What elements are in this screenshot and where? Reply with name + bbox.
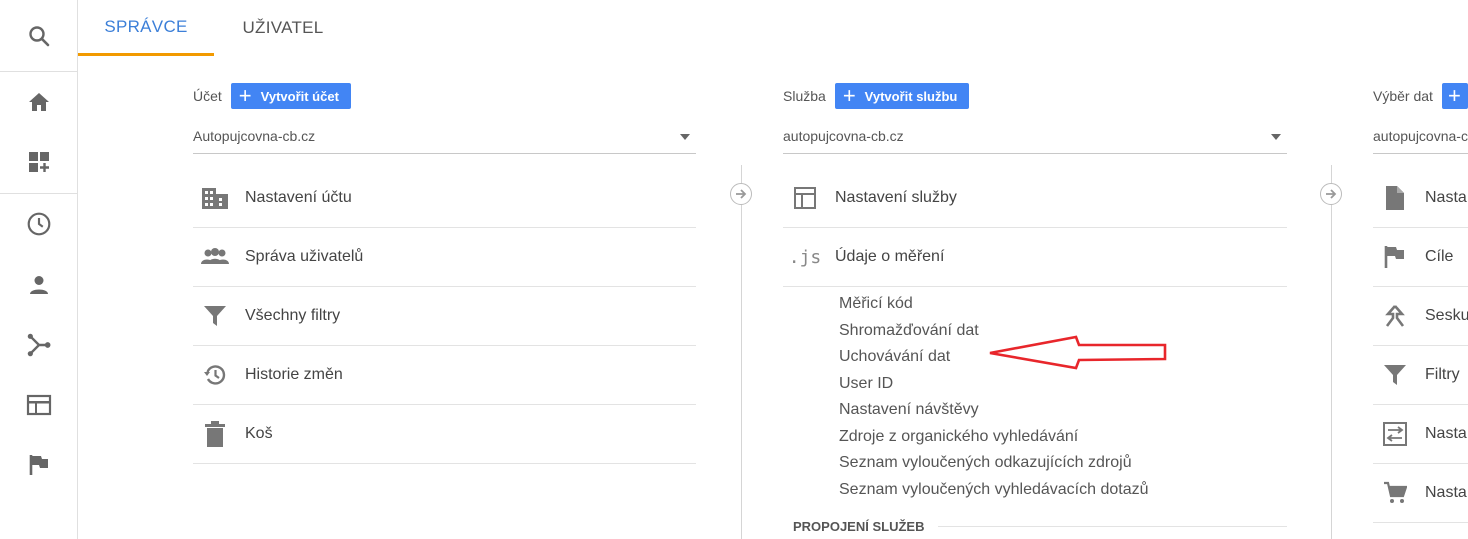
admin-tabs: SPRÁVCE UŽIVATEL	[78, 0, 1468, 56]
layout-icon	[791, 184, 819, 212]
document-icon	[1381, 184, 1409, 212]
user-management-label: Správa uživatelů	[245, 248, 364, 265]
search-icon[interactable]	[0, 6, 78, 66]
product-linking-label: PROPOJENÍ SLUŽEB	[793, 519, 925, 534]
create-property-button[interactable]: + Vytvořit službu	[834, 83, 970, 109]
all-filters-item[interactable]: Všechny filtry	[193, 287, 696, 346]
create-view-button[interactable]: +	[1441, 83, 1468, 109]
section-divider	[938, 526, 1287, 527]
property-column: Služba + Vytvořit službu autopujcovna-cb…	[783, 80, 1287, 534]
create-account-button[interactable]: + Vytvořit účet	[230, 83, 351, 109]
ecommerce-settings-item[interactable]: Nasta	[1373, 464, 1468, 523]
account-select[interactable]: Autopujcovna-cb.cz	[193, 118, 696, 154]
goals-item[interactable]: Cíle	[1373, 228, 1468, 287]
account-select-value: Autopujcovna-cb.cz	[193, 127, 316, 144]
tab-admin[interactable]: SPRÁVCE	[78, 0, 214, 56]
arrow-right-icon[interactable]	[730, 183, 752, 205]
ecommerce-settings-label: Nasta	[1425, 484, 1467, 501]
tracking-submenu: Měřicí kód Shromažďování dat Uchovávání …	[783, 287, 1287, 503]
property-header: Služba + Vytvořit službu	[783, 80, 1287, 112]
view-select-value: autopujcovna-cl	[1373, 127, 1468, 144]
user-id-link[interactable]: User ID	[839, 371, 1287, 398]
user-management-item[interactable]: Správa uživatelů	[193, 228, 696, 287]
chevron-down-icon	[680, 134, 690, 140]
view-label: Výběr dat	[1373, 88, 1433, 104]
plus-icon: +	[1447, 83, 1461, 108]
building-icon	[201, 184, 229, 212]
view-header: Výběr dat +	[1373, 80, 1468, 112]
account-settings-item[interactable]: Nastavení účtu	[193, 169, 696, 228]
view-settings-label: Nasta	[1425, 189, 1467, 206]
left-nav-rail	[0, 0, 78, 539]
tracking-info-item[interactable]: .js Údaje o měření	[783, 228, 1287, 287]
js-icon: .js	[788, 246, 822, 268]
search-term-exclusion-link[interactable]: Seznam vyloučených vyhledávacích dotazů	[839, 477, 1287, 504]
referral-exclusion-link[interactable]: Seznam vyloučených odkazujících zdrojů	[839, 450, 1287, 477]
account-label: Účet	[193, 88, 222, 104]
trash-icon	[201, 420, 229, 448]
column-divider	[1331, 165, 1332, 539]
realtime-icon[interactable]	[0, 194, 78, 254]
view-column: Výběr dat + autopujcovna-cl Nasta Cíle S…	[1373, 80, 1468, 523]
view-settings-item[interactable]: Nasta	[1373, 169, 1468, 228]
audience-icon[interactable]	[0, 255, 78, 315]
tracking-info-label: Údaje o měření	[835, 248, 945, 265]
view-filters-label: Filtry	[1425, 366, 1460, 383]
create-property-label: Vytvořit službu	[864, 88, 958, 104]
conversions-icon[interactable]	[0, 435, 78, 495]
trash-item[interactable]: Koš	[193, 405, 696, 464]
channel-settings-item[interactable]: Nasta	[1373, 405, 1468, 464]
account-column: Účet + Vytvořit účet Autopujcovna-cb.cz …	[193, 80, 696, 464]
filter-icon	[201, 302, 229, 330]
home-icon[interactable]	[0, 72, 78, 132]
content-grouping-item[interactable]: Sesku	[1373, 287, 1468, 346]
change-history-label: Historie změn	[245, 366, 343, 383]
annotation-arrow-icon	[989, 335, 1167, 370]
chevron-down-icon	[1271, 134, 1281, 140]
plus-icon: +	[842, 83, 856, 108]
session-settings-link[interactable]: Nastavení návštěvy	[839, 397, 1287, 424]
tracking-code-link[interactable]: Měřicí kód	[839, 291, 1287, 318]
change-history-item[interactable]: Historie změn	[193, 346, 696, 405]
account-header: Účet + Vytvořit účet	[193, 80, 696, 112]
customization-icon[interactable]	[0, 132, 78, 192]
merge-icon	[1381, 302, 1409, 330]
content-grouping-label: Sesku	[1425, 307, 1468, 324]
arrow-right-icon[interactable]	[1320, 183, 1342, 205]
create-account-label: Vytvořit účet	[260, 88, 339, 104]
property-settings-label: Nastavení služby	[835, 189, 957, 206]
view-filters-item[interactable]: Filtry	[1373, 346, 1468, 405]
view-select[interactable]: autopujcovna-cl	[1373, 118, 1468, 154]
account-menu: Nastavení účtu Správa uživatelů Všechny …	[193, 169, 696, 464]
flag-icon	[1381, 243, 1409, 271]
history-icon	[201, 361, 229, 389]
acquisition-icon[interactable]	[0, 315, 78, 375]
people-icon	[201, 243, 229, 271]
all-filters-label: Všechny filtry	[245, 307, 341, 324]
channel-settings-icon	[1381, 420, 1409, 448]
filter-icon	[1381, 361, 1409, 389]
goals-label: Cíle	[1425, 248, 1454, 265]
product-linking-heading: PROPOJENÍ SLUŽEB	[783, 519, 1287, 534]
cart-icon	[1381, 479, 1409, 507]
property-settings-item[interactable]: Nastavení služby	[783, 169, 1287, 228]
property-select[interactable]: autopujcovna-cb.cz	[783, 118, 1287, 154]
trash-label: Koš	[245, 425, 273, 442]
tab-user[interactable]: UŽIVATEL	[226, 0, 340, 56]
column-divider	[741, 165, 742, 539]
channel-settings-label: Nasta	[1425, 425, 1467, 442]
property-select-value: autopujcovna-cb.cz	[783, 127, 904, 144]
organic-search-sources-link[interactable]: Zdroje z organického vyhledávání	[839, 424, 1287, 451]
behavior-icon[interactable]	[0, 375, 78, 435]
plus-icon: +	[238, 83, 252, 108]
view-menu: Nasta Cíle Sesku Filtry Nasta Nasta	[1373, 169, 1468, 523]
property-label: Služba	[783, 88, 826, 104]
account-settings-label: Nastavení účtu	[245, 189, 352, 206]
